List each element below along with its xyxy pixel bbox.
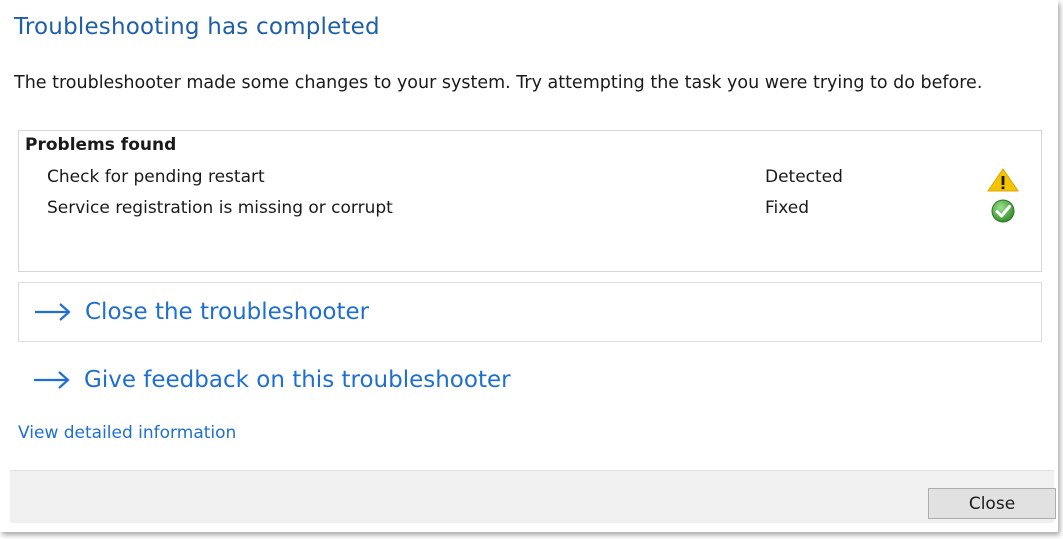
problem-row: Check for pending restart Detected bbox=[19, 165, 1041, 193]
check-icon bbox=[985, 198, 1021, 224]
problem-name: Check for pending restart bbox=[47, 167, 265, 187]
footer-bar: Close bbox=[10, 470, 1056, 523]
arrow-right-icon bbox=[34, 371, 70, 389]
troubleshooter-window: Troubleshooting has completed The troubl… bbox=[0, 0, 1058, 532]
arrow-right-icon bbox=[35, 303, 71, 321]
close-troubleshooter-label: Close the troubleshooter bbox=[85, 299, 370, 325]
problem-name: Service registration is missing or corru… bbox=[47, 198, 393, 218]
view-detailed-information-link[interactable]: View detailed information bbox=[18, 423, 236, 443]
problem-status: Fixed bbox=[765, 198, 810, 218]
problems-found-header: Problems found bbox=[25, 135, 177, 155]
close-button[interactable]: Close bbox=[928, 488, 1056, 519]
close-troubleshooter-link[interactable]: Close the troubleshooter bbox=[18, 282, 1042, 342]
problem-row: Service registration is missing or corru… bbox=[19, 196, 1041, 224]
warning-icon bbox=[985, 167, 1021, 193]
problem-status: Detected bbox=[765, 167, 843, 187]
description-text: The troubleshooter made some changes to … bbox=[14, 73, 983, 93]
give-feedback-label: Give feedback on this troubleshooter bbox=[84, 367, 511, 393]
problems-found-panel: Problems found Check for pending restart… bbox=[18, 130, 1042, 272]
give-feedback-link[interactable]: Give feedback on this troubleshooter bbox=[18, 350, 1042, 410]
page-title: Troubleshooting has completed bbox=[14, 14, 380, 40]
